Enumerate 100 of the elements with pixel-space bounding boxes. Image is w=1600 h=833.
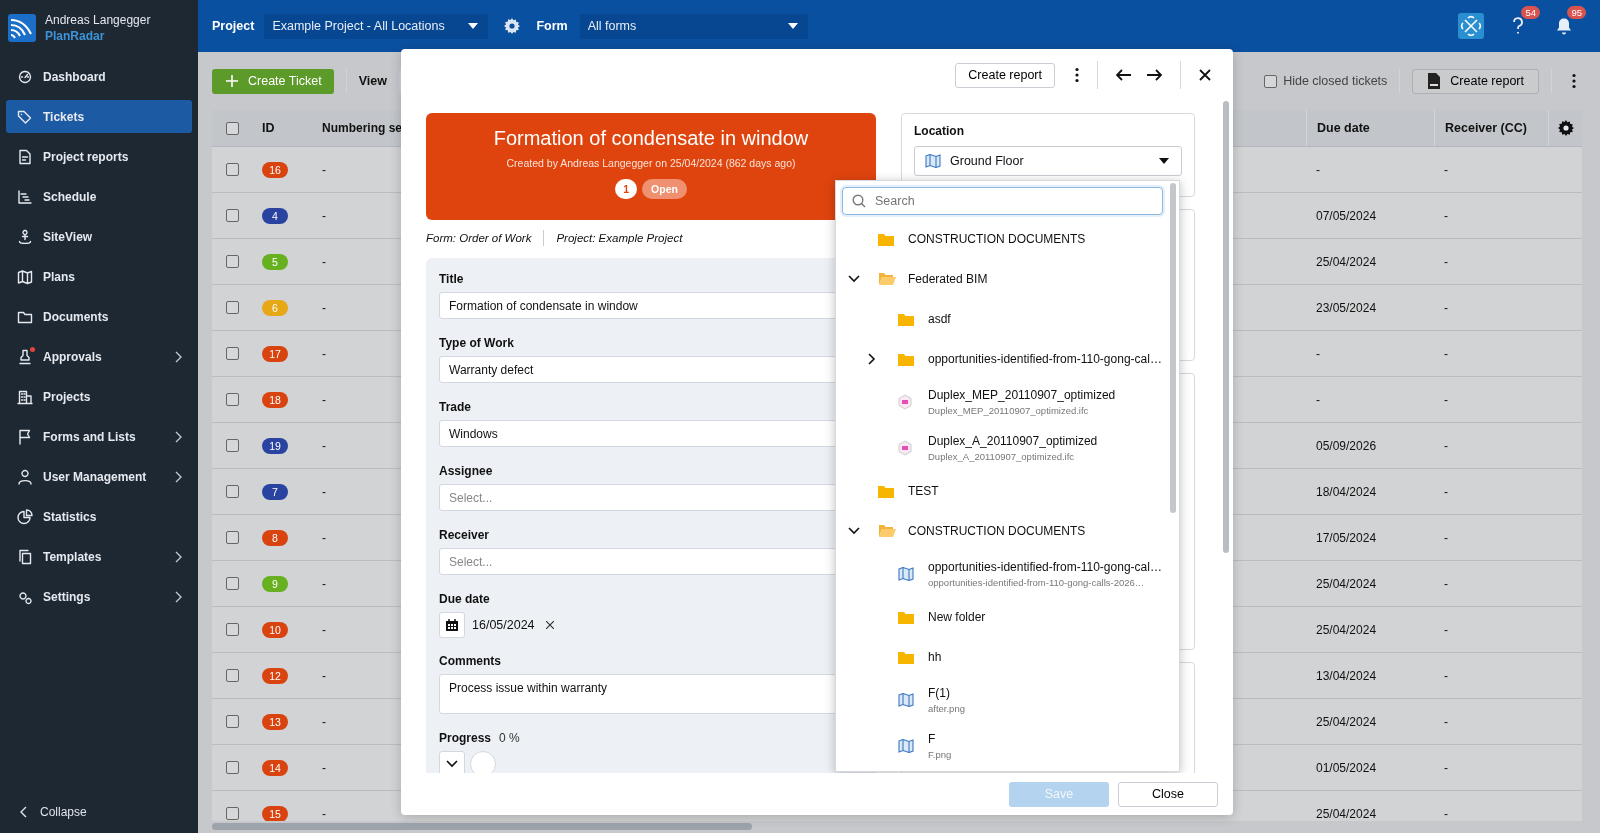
folder-icon	[898, 650, 914, 664]
tree-item[interactable]: F F.png	[836, 723, 1179, 769]
nav-item[interactable]: Statistics	[6, 500, 192, 533]
close-icon[interactable]	[1199, 69, 1211, 81]
row-checkbox[interactable]	[226, 347, 239, 360]
ticket-id-badge[interactable]: 7	[262, 483, 288, 500]
row-checkbox[interactable]	[226, 301, 239, 314]
ticket-id-badge[interactable]: 12	[262, 667, 288, 684]
row-checkbox[interactable]	[226, 531, 239, 544]
location-select[interactable]: Ground Floor	[914, 146, 1182, 176]
close-button[interactable]: Close	[1118, 781, 1218, 807]
ticket-id-badge[interactable]: 10	[262, 621, 288, 638]
checkbox[interactable]	[1264, 74, 1278, 88]
row-checkbox[interactable]	[226, 807, 239, 820]
field-label: Comments	[439, 654, 501, 668]
progress-dropdown-button[interactable]	[439, 751, 465, 773]
chevron-down-icon[interactable]	[848, 275, 860, 283]
clear-icon[interactable]	[545, 620, 554, 629]
column-header[interactable]: Receiver (CC)	[1434, 110, 1548, 146]
nav-item[interactable]: SiteView	[6, 220, 192, 253]
calendar-button[interactable]	[439, 611, 465, 638]
project-info: Project: Example Project	[556, 232, 683, 244]
row-checkbox[interactable]	[226, 485, 239, 498]
table-cell: -	[322, 346, 326, 361]
chevron-right-icon[interactable]	[868, 353, 876, 365]
row-checkbox[interactable]	[226, 255, 239, 268]
row-checkbox[interactable]	[226, 715, 239, 728]
nav-item[interactable]: Settings	[6, 580, 192, 613]
scrollbar[interactable]	[1223, 101, 1229, 553]
app-icon[interactable]	[1458, 13, 1484, 39]
ticket-id-badge[interactable]: 15	[262, 805, 288, 821]
nav-item[interactable]: Schedule	[6, 180, 192, 213]
ticket-id-badge[interactable]: 14	[262, 759, 288, 776]
tree-item[interactable]: CONSTRUCTION DOCUMENTS	[836, 511, 1179, 551]
folder-icon	[898, 312, 914, 326]
user-name: Andreas Langegger	[45, 11, 151, 28]
ticket-id-badge[interactable]: 13	[262, 713, 288, 730]
nav-item[interactable]: Projects	[6, 380, 192, 413]
tree-item[interactable]: hh	[836, 637, 1179, 677]
row-checkbox[interactable]	[226, 623, 239, 636]
nav-item[interactable]: Project reports	[6, 140, 192, 173]
nav-item[interactable]: Dashboard	[6, 60, 192, 93]
ticket-id-badge[interactable]: 19	[262, 437, 288, 454]
nav-item[interactable]: Tickets	[6, 100, 192, 133]
nav-item[interactable]: Plans	[6, 260, 192, 293]
tree-item[interactable]: CONSTRUCTION DOCUMENTS	[836, 219, 1179, 259]
ticket-id-badge[interactable]: 17	[262, 345, 288, 362]
arrow-right-icon[interactable]	[1146, 69, 1162, 81]
nav-item[interactable]: Forms and Lists	[6, 420, 192, 453]
table-cell: -	[322, 806, 326, 821]
table-cell: -	[1444, 714, 1448, 729]
row-checkbox[interactable]	[226, 209, 239, 222]
row-checkbox[interactable]	[226, 761, 239, 774]
settings-icon[interactable]	[504, 18, 521, 34]
ticket-id-badge[interactable]: 4	[262, 207, 288, 224]
arrow-left-icon[interactable]	[1116, 69, 1132, 81]
plus-icon	[226, 75, 238, 87]
ticket-id-badge[interactable]: 16	[262, 161, 288, 178]
row-checkbox[interactable]	[226, 439, 239, 452]
create-report-button[interactable]: Create report	[955, 62, 1055, 88]
form-select[interactable]: All forms	[579, 13, 808, 39]
collapse-button[interactable]: Collapse	[0, 805, 198, 833]
ticket-id-badge[interactable]: 18	[262, 391, 288, 408]
nav-item[interactable]: Documents	[6, 300, 192, 333]
row-checkbox[interactable]	[226, 669, 239, 682]
flag-icon	[17, 428, 33, 445]
hide-closed-checkbox[interactable]: Hide closed tickets	[1264, 74, 1388, 88]
nav-item[interactable]: User Management	[6, 460, 192, 493]
table-cell: -	[1316, 392, 1320, 407]
column-header[interactable]: ID	[252, 110, 322, 146]
progress-reading: 0 %	[499, 731, 520, 745]
select-all-checkbox[interactable]	[226, 121, 239, 135]
nav-item[interactable]: Approvals	[6, 340, 192, 373]
column-header[interactable]: Due date	[1306, 110, 1434, 146]
table-cell: 18/04/2024	[1316, 484, 1377, 499]
bell-icon[interactable]	[1556, 17, 1572, 35]
more-icon[interactable]	[1572, 73, 1576, 89]
field-label: Location	[914, 124, 964, 138]
more-icon[interactable]	[1075, 67, 1079, 83]
search-field[interactable]: Search	[842, 187, 1163, 215]
row-checkbox[interactable]	[226, 577, 239, 590]
date-value[interactable]: 16/05/2024	[472, 617, 535, 632]
field-label: Due date	[439, 592, 490, 606]
settings-icon[interactable]	[1557, 120, 1574, 136]
ticket-id-badge[interactable]: 8	[262, 529, 288, 546]
row-checkbox[interactable]	[226, 163, 239, 176]
ticket-created-info: Created by Andreas Langegger on 25/04/2024 (862 days ago)	[506, 157, 796, 169]
project-select[interactable]: Example Project - All Locations	[264, 13, 489, 39]
field-label: Assignee	[439, 464, 493, 478]
scrollbar[interactable]	[1170, 183, 1176, 513]
row-checkbox[interactable]	[226, 393, 239, 406]
scrollbar[interactable]	[212, 823, 752, 830]
tree-item[interactable]: New folder	[836, 597, 1179, 637]
nav-item[interactable]: Templates	[6, 540, 192, 573]
help-icon[interactable]	[1512, 17, 1524, 35]
folder-icon	[898, 610, 914, 624]
chevron-down-icon[interactable]	[848, 527, 860, 535]
map-icon	[17, 268, 33, 285]
create-report-button[interactable]: Create report	[1412, 68, 1539, 94]
table-cell: -	[322, 392, 326, 407]
